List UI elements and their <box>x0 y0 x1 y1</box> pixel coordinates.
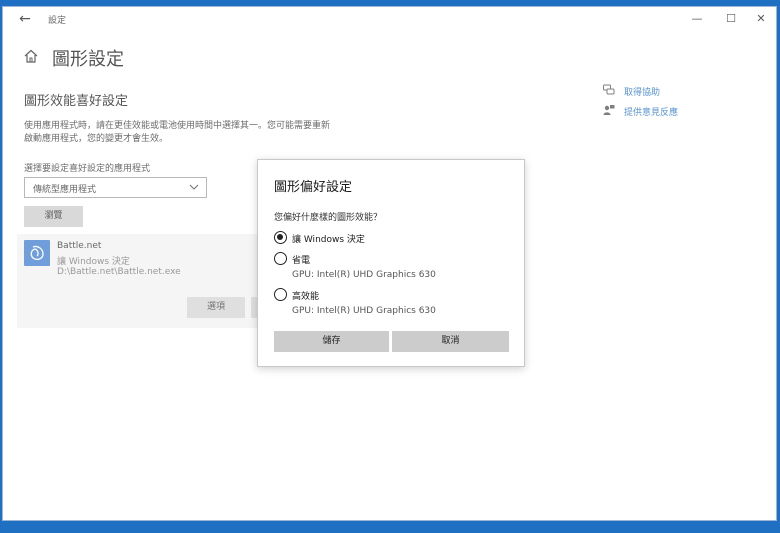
high-performance-gpu: GPU: Intel(R) UHD Graphics 630 <box>292 306 436 316</box>
radio-label: 省電 <box>292 256 311 266</box>
radio-label: 讓 Windows 決定 <box>292 235 365 245</box>
save-button[interactable]: 儲存 <box>274 331 389 352</box>
radio-button[interactable] <box>274 231 287 244</box>
dialog-question: 您偏好什麼樣的圖形效能？ <box>274 213 383 223</box>
cancel-button[interactable]: 取消 <box>392 331 509 352</box>
radio-button[interactable] <box>274 288 287 301</box>
power-saving-gpu: GPU: Intel(R) UHD Graphics 630 <box>292 270 436 280</box>
dialog-title: 圖形偏好設定 <box>274 180 353 195</box>
radio-label: 高效能 <box>292 292 320 302</box>
graphics-preference-dialog: 圖形偏好設定 您偏好什麼樣的圖形效能？ 讓 Windows 決定 省電 GPU:… <box>257 159 525 367</box>
radio-button[interactable] <box>274 252 287 265</box>
